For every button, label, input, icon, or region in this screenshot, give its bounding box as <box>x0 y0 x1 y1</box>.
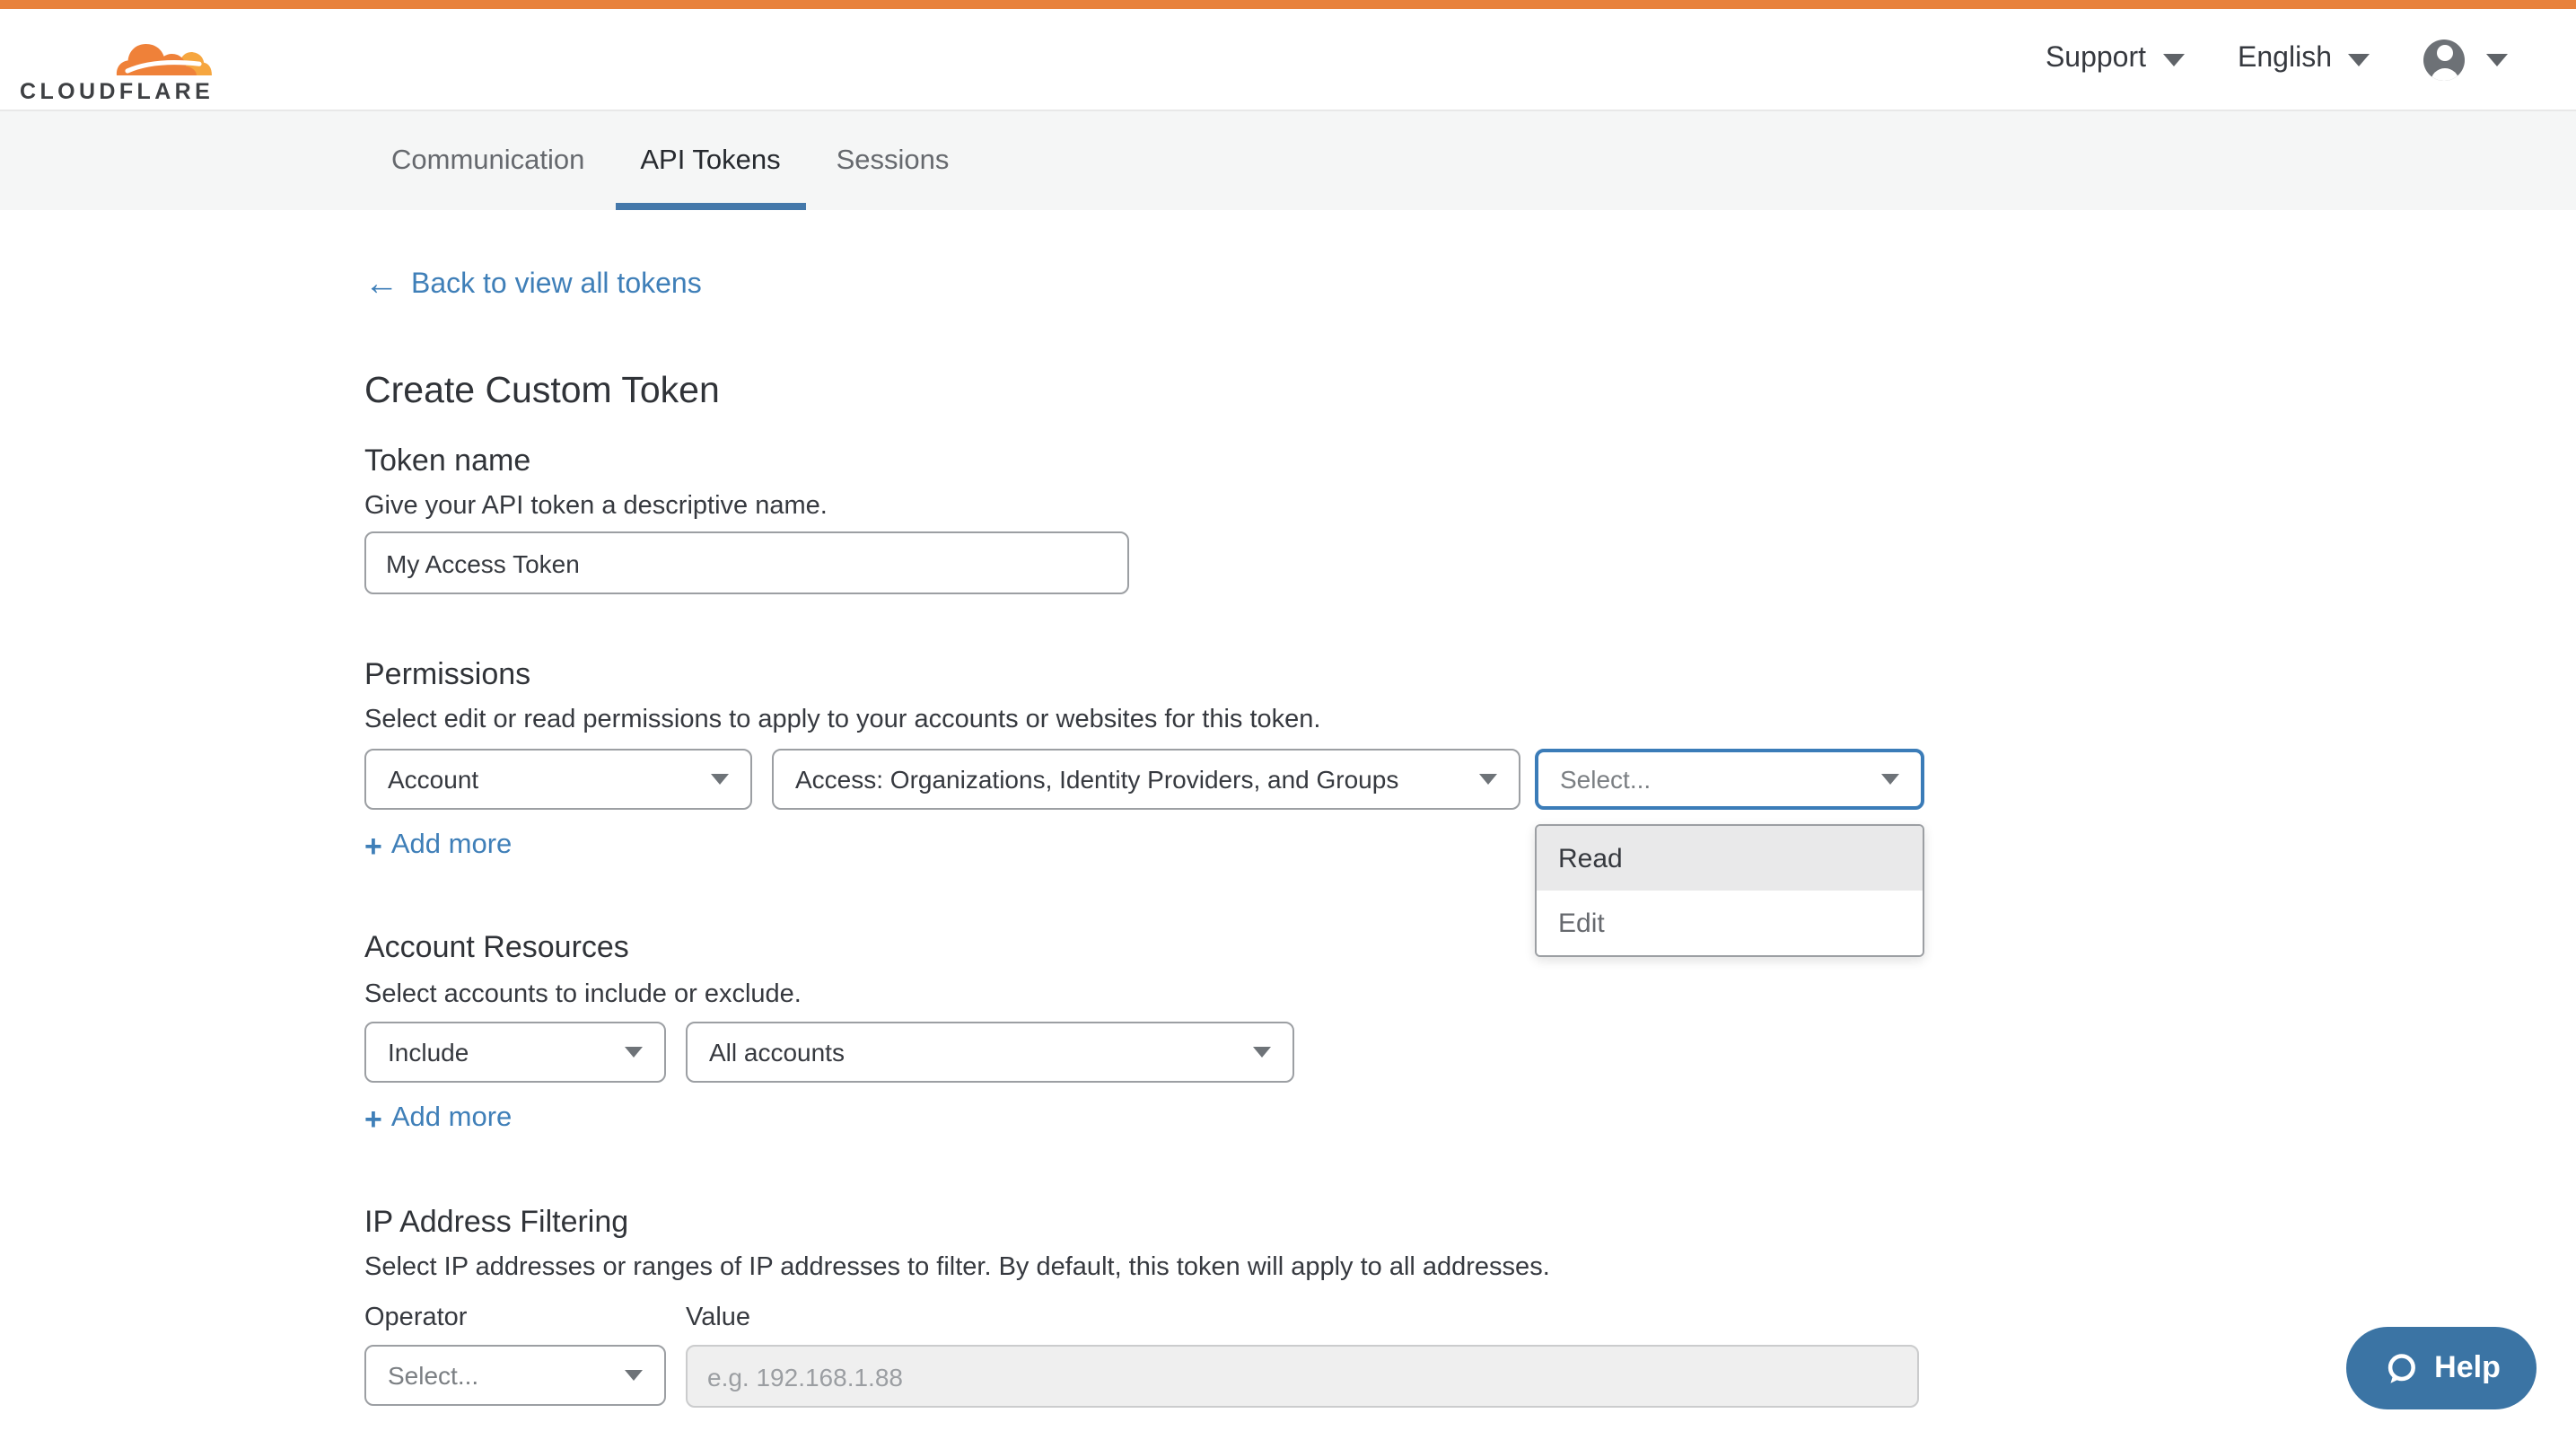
cloudflare-logo[interactable]: CLOUDFLARE <box>20 31 217 104</box>
tab-communication[interactable]: Communication <box>366 111 609 210</box>
resource-accounts-select[interactable]: All accounts <box>686 1022 1294 1083</box>
chevron-down-icon <box>2162 53 2184 66</box>
access-dropdown-menu: Read Edit <box>1535 824 1924 957</box>
permissions-heading: Permissions <box>364 657 530 693</box>
ip-operator-placeholder: Select... <box>388 1361 478 1390</box>
resource-mode-value: Include <box>388 1038 469 1067</box>
active-tab-indicator <box>615 203 805 210</box>
dropdown-caret-icon <box>625 1370 643 1381</box>
operator-label: Operator <box>364 1304 467 1332</box>
page-title: Create Custom Token <box>364 370 720 413</box>
chat-bubble-icon <box>2382 1349 2420 1387</box>
dropdown-option-edit[interactable]: Edit <box>1537 891 1923 955</box>
tab-api-tokens[interactable]: API Tokens <box>615 111 805 210</box>
permissions-add-more-link[interactable]: + Add more <box>364 830 512 862</box>
dropdown-caret-icon <box>625 1047 643 1058</box>
language-label: English <box>2238 43 2332 75</box>
dropdown-option-read[interactable]: Read <box>1537 826 1923 891</box>
token-name-input[interactable] <box>364 531 1129 594</box>
user-avatar-icon <box>2423 39 2465 80</box>
dropdown-caret-icon <box>1881 774 1899 785</box>
support-menu[interactable]: Support <box>2046 43 2184 75</box>
permission-access-placeholder: Select... <box>1560 765 1651 794</box>
permissions-description: Select edit or read permissions to apply… <box>364 706 1320 734</box>
chevron-down-icon <box>2486 53 2508 66</box>
support-label: Support <box>2046 43 2146 75</box>
resource-accounts-value: All accounts <box>709 1038 845 1067</box>
ip-value-input[interactable] <box>686 1345 1919 1408</box>
permission-access-select[interactable]: Select... <box>1535 749 1924 810</box>
help-button[interactable]: Help <box>2346 1327 2537 1409</box>
permission-scope-select[interactable]: Account <box>364 749 752 810</box>
dropdown-caret-icon <box>711 774 729 785</box>
header: CLOUDFLARE Support English <box>0 9 2576 111</box>
account-resources-description: Select accounts to include or exclude. <box>364 980 802 1009</box>
page: CLOUDFLARE Support English Communication <box>0 0 2576 1431</box>
plus-icon: + <box>364 832 382 859</box>
tab-sessions[interactable]: Sessions <box>811 111 975 210</box>
header-right: Support English <box>2046 9 2508 110</box>
add-more-label: Add more <box>391 830 512 862</box>
language-menu[interactable]: English <box>2238 43 2370 75</box>
user-menu[interactable] <box>2423 39 2508 80</box>
ip-operator-select[interactable]: Select... <box>364 1345 666 1406</box>
profile-tabs-bar: Communication API Tokens Sessions <box>0 111 2576 210</box>
cloudflare-cloud-icon <box>115 31 212 77</box>
permission-group-select[interactable]: Access: Organizations, Identity Provider… <box>772 749 1520 810</box>
resource-mode-select[interactable]: Include <box>364 1022 666 1083</box>
account-resources-add-more-link[interactable]: + Add more <box>364 1102 512 1135</box>
token-name-description: Give your API token a descriptive name. <box>364 492 828 521</box>
value-label: Value <box>686 1304 750 1332</box>
plus-icon: + <box>364 1105 382 1132</box>
left-arrow-icon: ← <box>364 271 399 300</box>
account-resources-heading: Account Resources <box>364 930 629 966</box>
permission-scope-value: Account <box>388 765 478 794</box>
ip-filtering-description: Select IP addresses or ranges of IP addr… <box>364 1253 1550 1282</box>
chevron-down-icon <box>2348 53 2370 66</box>
dropdown-caret-icon <box>1253 1047 1271 1058</box>
permission-group-value: Access: Organizations, Identity Provider… <box>795 765 1398 794</box>
brand-name: CLOUDFLARE <box>20 79 217 104</box>
brand-accent-bar <box>0 0 2576 9</box>
help-label: Help <box>2434 1350 2501 1386</box>
token-name-heading: Token name <box>364 443 530 479</box>
dropdown-caret-icon <box>1479 774 1497 785</box>
add-more-label: Add more <box>391 1102 512 1135</box>
back-to-tokens-link[interactable]: ← Back to view all tokens <box>364 269 702 302</box>
ip-filtering-heading: IP Address Filtering <box>364 1205 628 1241</box>
tabs: Communication API Tokens Sessions <box>366 111 974 210</box>
back-link-label: Back to view all tokens <box>411 269 702 302</box>
